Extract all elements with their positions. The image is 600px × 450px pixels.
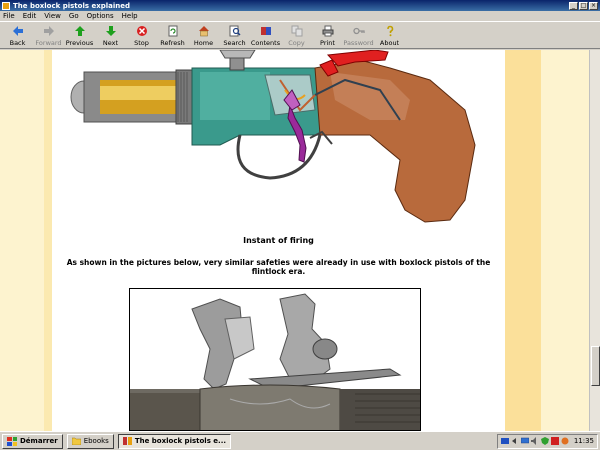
contents-icon (260, 27, 271, 35)
stop-label: Stop (134, 39, 149, 47)
help-book-icon (122, 437, 132, 445)
up-arrow-icon (74, 26, 85, 36)
back-arrow-icon (12, 26, 23, 36)
task-ebooks-label: Ebooks (83, 437, 109, 445)
tray-app-icon[interactable] (561, 437, 569, 445)
task-ebooks[interactable]: Ebooks (66, 433, 114, 449)
print-label: Print (320, 39, 335, 47)
tray-monitor-icon[interactable] (520, 437, 529, 445)
home-button[interactable]: Home (188, 23, 219, 49)
start-button[interactable]: Démarrer (2, 433, 63, 449)
windows-logo-icon (7, 436, 17, 446)
menu-view[interactable]: View (44, 12, 61, 20)
print-icon (322, 25, 333, 37)
maximize-button[interactable]: □ (579, 1, 588, 10)
tray-shield-icon[interactable] (540, 437, 549, 445)
title-bar[interactable]: The boxlock pistols explained _ □ × (0, 0, 600, 11)
app-icon (2, 1, 10, 10)
contents-label: Contents (250, 39, 281, 47)
forward-button[interactable]: Forward (33, 23, 64, 49)
toolbar: Back Forward Previous Next Stop Refresh … (0, 23, 600, 49)
menu-help[interactable]: Help (122, 12, 138, 20)
task-boxlock-help[interactable]: The boxlock pistols e... (117, 433, 232, 449)
print-button[interactable]: Print (312, 23, 343, 49)
refresh-icon (168, 25, 177, 37)
about-label: About (379, 39, 400, 47)
tray-volume-icon[interactable] (530, 437, 539, 445)
password-button[interactable]: Password (343, 23, 374, 49)
search-icon (229, 25, 240, 37)
scrollbar-thumb[interactable] (591, 346, 600, 386)
menu-go[interactable]: Go (69, 12, 79, 20)
forward-label: Forward (35, 39, 62, 47)
system-tray: 11:35 (496, 433, 598, 449)
stop-button[interactable]: Stop (126, 23, 157, 49)
contents-button[interactable]: Contents (250, 23, 281, 49)
minimize-button[interactable]: _ (569, 1, 578, 10)
window-title: The boxlock pistols explained (13, 1, 131, 10)
folder-icon (71, 437, 81, 445)
copy-icon (291, 25, 302, 37)
taskbar: Démarrer Ebooks The boxlock pistols e...… (0, 431, 600, 450)
menu-options[interactable]: Options (87, 12, 114, 20)
home-icon (198, 26, 209, 37)
previous-button[interactable]: Previous (64, 23, 95, 49)
menu-edit[interactable]: Edit (23, 12, 37, 20)
refresh-button[interactable]: Refresh (157, 23, 188, 49)
task-boxlock-label: The boxlock pistols e... (134, 437, 227, 445)
menu-bar: File Edit View Go Options Help (0, 11, 600, 22)
tray-arrow-icon[interactable] (511, 437, 519, 445)
pistol-cutaway-diagram (70, 50, 476, 223)
body-paragraph: As shown in the pictures below, very sim… (66, 258, 491, 276)
clock: 11:35 (573, 437, 594, 445)
copy-label: Copy (288, 39, 305, 47)
about-button[interactable]: About (374, 23, 405, 49)
stop-icon (136, 26, 147, 36)
copy-button[interactable]: Copy (281, 23, 312, 49)
next-button[interactable]: Next (95, 23, 126, 49)
start-label: Démarrer (20, 437, 58, 445)
back-label: Back (9, 39, 26, 47)
key-icon (352, 27, 365, 35)
page-margin-left-inner (44, 50, 52, 431)
figure-caption: Instant of firing (243, 236, 314, 245)
tray-antivirus-icon[interactable] (550, 437, 559, 445)
page-margin-right-outer (541, 50, 589, 431)
search-label: Search (223, 39, 246, 47)
search-button[interactable]: Search (219, 23, 250, 49)
page-margin-right (505, 50, 541, 431)
forward-arrow-icon (43, 26, 54, 36)
back-button[interactable]: Back (2, 23, 33, 49)
help-viewer-window: The boxlock pistols explained _ □ × File… (0, 0, 600, 431)
flintlock-photo-image (130, 289, 420, 430)
previous-label: Previous (65, 39, 94, 47)
refresh-label: Refresh (160, 39, 185, 47)
content-pane[interactable]: Instant of firing As shown in the pictur… (0, 50, 600, 431)
home-label: Home (193, 39, 214, 47)
vertical-scrollbar[interactable] (589, 50, 600, 431)
flintlock-photo (129, 288, 421, 431)
down-arrow-icon (105, 26, 116, 36)
tray-network-icon[interactable] (500, 437, 509, 445)
next-label: Next (102, 39, 119, 47)
password-label: Password (343, 39, 374, 47)
page-margin-left (0, 50, 44, 431)
menu-file[interactable]: File (3, 12, 15, 20)
question-icon (386, 25, 393, 37)
close-button[interactable]: × (589, 1, 598, 10)
